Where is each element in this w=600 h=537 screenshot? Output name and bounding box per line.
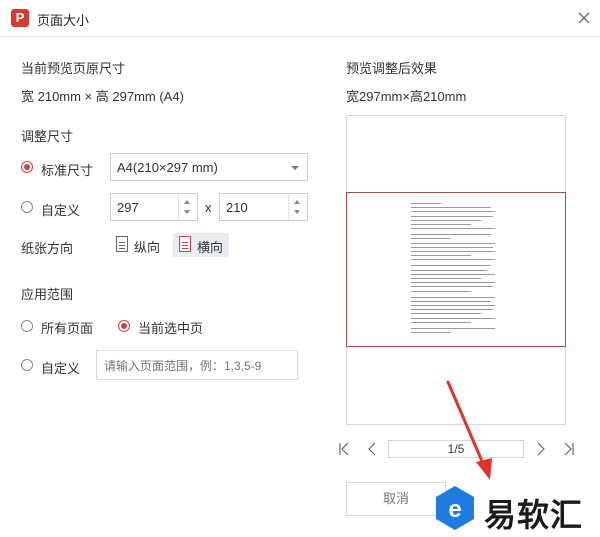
text-line xyxy=(411,255,471,257)
width-value: 297 xyxy=(117,200,139,215)
standard-size-radio[interactable] xyxy=(21,161,33,173)
width-stepper[interactable]: 297 xyxy=(110,193,198,221)
custom-range-label: 自定义 xyxy=(41,361,81,376)
increment-icon[interactable] xyxy=(294,200,300,204)
svg-text:e: e xyxy=(448,496,461,523)
standard-size-label: 标准尺寸 xyxy=(41,163,94,178)
text-line xyxy=(411,211,495,213)
text-line xyxy=(411,290,471,292)
prev-page-button[interactable] xyxy=(363,440,381,458)
preview-page-thumbnail xyxy=(346,192,566,347)
window-title: 页面大小 xyxy=(37,13,90,28)
text-line xyxy=(411,228,495,230)
text-line xyxy=(411,203,441,204)
all-pages-radio[interactable] xyxy=(21,320,33,332)
text-line xyxy=(411,259,495,261)
height-value: 210 xyxy=(226,200,248,215)
text-line xyxy=(411,305,495,306)
text-line xyxy=(411,278,481,279)
preview-label: 预览调整后效果 xyxy=(346,61,438,76)
text-line xyxy=(411,296,495,298)
watermark-text: 易软汇 xyxy=(484,497,584,533)
landscape-page-icon xyxy=(179,236,191,252)
landscape-label: 横向 xyxy=(197,240,224,255)
all-pages-label: 所有页面 xyxy=(41,321,94,336)
text-line xyxy=(411,286,493,288)
chevron-right-icon xyxy=(537,442,545,456)
current-size-label: 当前预览页原尺寸 xyxy=(21,61,126,76)
cancel-button[interactable]: 取消 xyxy=(346,482,446,516)
height-stepper[interactable]: 210 xyxy=(219,193,308,221)
page-range-field[interactable] xyxy=(96,350,298,380)
times-sign: x xyxy=(205,200,212,215)
current-size-value: 宽 210mm × 高 297mm (A4) xyxy=(21,89,184,104)
text-line xyxy=(411,265,491,267)
next-page-button[interactable] xyxy=(532,440,550,458)
first-page-button[interactable] xyxy=(336,440,354,458)
preview-size-value: 宽297mm×高210mm xyxy=(346,89,467,104)
custom-range-radio[interactable] xyxy=(21,359,33,371)
text-line xyxy=(411,309,493,311)
page-range-input[interactable] xyxy=(102,352,296,380)
text-line xyxy=(411,269,487,271)
text-line xyxy=(411,317,495,319)
current-page-radio[interactable] xyxy=(118,320,130,332)
last-page-icon xyxy=(564,442,574,456)
text-line xyxy=(411,238,451,240)
text-line xyxy=(411,242,495,244)
custom-size-label: 自定义 xyxy=(41,203,81,218)
text-line xyxy=(411,207,491,209)
last-page-button[interactable] xyxy=(559,440,577,458)
standard-size-select[interactable]: A4(210×297 mm) xyxy=(110,153,308,181)
text-line xyxy=(411,332,451,333)
adjust-size-label: 调整尺寸 xyxy=(21,129,74,144)
portrait-label: 纵向 xyxy=(134,240,161,255)
close-icon xyxy=(578,12,590,24)
current-page-label: 当前选中页 xyxy=(138,321,204,336)
standard-size-value: A4(210×297 mm) xyxy=(117,160,218,175)
decrement-icon[interactable] xyxy=(294,210,300,214)
text-line xyxy=(411,251,495,252)
text-line xyxy=(411,234,491,236)
text-line xyxy=(411,321,471,323)
watermark-logo-icon: e xyxy=(436,486,474,530)
text-line xyxy=(411,300,491,302)
portrait-page-icon xyxy=(116,236,128,252)
text-line xyxy=(411,282,495,284)
text-line xyxy=(411,327,495,329)
apply-range-label: 应用范围 xyxy=(21,287,74,302)
increment-icon[interactable] xyxy=(184,200,190,204)
chevron-left-icon xyxy=(368,442,376,456)
portrait-button[interactable]: 纵向 xyxy=(110,233,166,257)
text-line xyxy=(411,313,481,315)
landscape-button[interactable]: 横向 xyxy=(173,233,229,257)
text-line xyxy=(411,219,481,221)
text-line xyxy=(411,224,471,225)
app-logo-icon: P xyxy=(11,9,29,27)
title-bar xyxy=(0,0,600,37)
text-line xyxy=(411,246,493,248)
chevron-down-icon xyxy=(291,166,299,170)
annotation-arrow-icon xyxy=(446,380,492,480)
text-line xyxy=(411,273,495,275)
orientation-label: 纸张方向 xyxy=(21,241,74,256)
custom-size-radio[interactable] xyxy=(21,201,33,213)
text-line xyxy=(411,215,493,217)
decrement-icon[interactable] xyxy=(184,210,190,214)
close-button[interactable] xyxy=(574,8,594,28)
first-page-icon xyxy=(339,442,349,456)
